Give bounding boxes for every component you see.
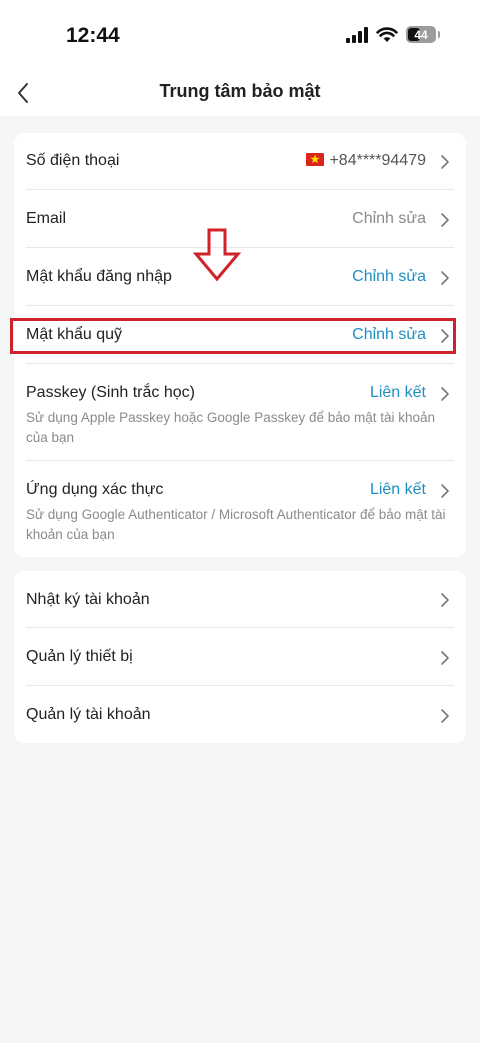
account-activity-log-label: Nhật ký tài khoản — [26, 591, 150, 608]
chevron-right-icon — [441, 651, 449, 665]
chevron-right-icon — [441, 155, 449, 169]
status-time: 12:44 — [66, 24, 120, 47]
authenticator-row[interactable]: Ứng dụng xác thực Liên kết Sử dụng Googl… — [14, 461, 466, 557]
down-arrow-annotation — [192, 228, 242, 282]
phone-number-value: +84****94479 — [329, 152, 426, 169]
phone-number-value-wrap: +84****94479 — [306, 152, 426, 170]
passkey-label: Passkey (Sinh trắc học) — [26, 384, 195, 401]
chevron-right-icon — [441, 593, 449, 607]
passkey-row[interactable]: Passkey (Sinh trắc học) Liên kết Sử dụng… — [14, 364, 466, 461]
device-management-row[interactable]: Quản lý thiết bị — [14, 628, 466, 686]
authenticator-label: Ứng dụng xác thực — [26, 481, 164, 498]
chevron-right-icon — [441, 271, 449, 285]
email-edit-link[interactable]: Chỉnh sửa — [352, 210, 426, 228]
signal-icon — [346, 26, 368, 43]
account-activity-log-row[interactable]: Nhật ký tài khoản — [14, 571, 466, 628]
account-management-row[interactable]: Quản lý tài khoản — [14, 686, 466, 743]
chevron-right-icon — [441, 387, 449, 401]
passkey-link-button[interactable]: Liên kết — [370, 384, 426, 402]
nav-bar: Trung tâm bảo mật — [0, 70, 480, 116]
email-label: Email — [26, 210, 67, 227]
status-bar: 12:44 44 — [0, 0, 480, 70]
phone-number-label: Số điện thoại — [26, 152, 120, 169]
authenticator-description: Sử dụng Google Authenticator / Microsoft… — [26, 507, 446, 542]
chevron-right-icon — [441, 213, 449, 227]
highlight-box — [10, 318, 456, 354]
wifi-icon — [376, 26, 398, 42]
login-password-edit-link[interactable]: Chỉnh sửa — [352, 268, 426, 286]
phone-number-row[interactable]: Số điện thoại +84****94479 — [14, 133, 466, 190]
passkey-description: Sử dụng Apple Passkey hoặc Google Passke… — [26, 410, 436, 445]
device-management-label: Quản lý thiết bị — [26, 648, 133, 665]
authenticator-link-button[interactable]: Liên kết — [370, 481, 426, 499]
login-password-label: Mật khẩu đăng nhập — [26, 268, 172, 285]
account-settings-card: Nhật ký tài khoản Quản lý thiết bị Quản … — [14, 571, 466, 743]
chevron-right-icon — [441, 484, 449, 498]
battery-icon: 44 — [406, 26, 440, 43]
page-title: Trung tâm bảo mật — [159, 81, 321, 101]
chevron-right-icon — [441, 709, 449, 723]
account-management-label: Quản lý tài khoản — [26, 706, 151, 723]
battery-level: 44 — [414, 27, 428, 42]
status-icons: 44 — [346, 26, 440, 43]
vietnam-flag-icon — [306, 153, 325, 166]
